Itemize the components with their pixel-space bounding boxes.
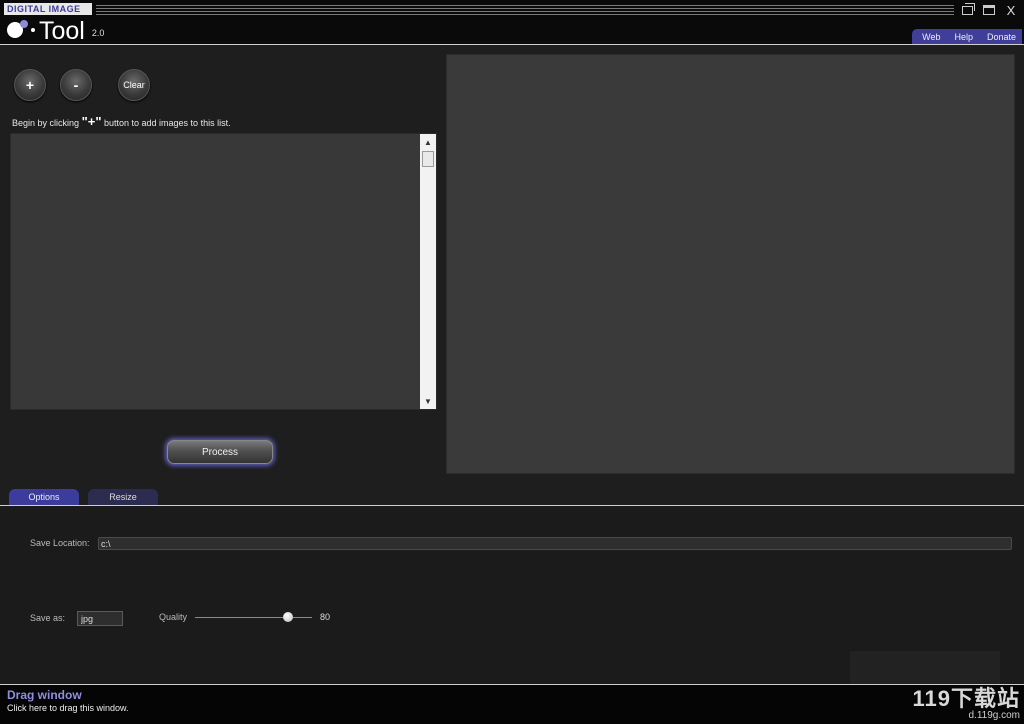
save-as-label: Save as: bbox=[30, 613, 66, 623]
top-links: Web Help Donate bbox=[912, 29, 1022, 44]
hint-plus: "+" bbox=[81, 114, 102, 129]
quality-value: 80 bbox=[320, 612, 331, 622]
image-preview bbox=[446, 54, 1015, 474]
title-bar[interactable]: DIGITAL IMAGE Tool 2.0 X Web Help Donate bbox=[0, 0, 1024, 45]
scroll-down-arrow-icon[interactable]: ▼ bbox=[420, 393, 436, 409]
restore-button[interactable] bbox=[960, 2, 975, 17]
quality-slider-track[interactable] bbox=[195, 617, 312, 618]
restore-icon bbox=[961, 2, 975, 15]
drag-window-subtitle: Click here to drag this window. bbox=[7, 703, 129, 713]
header-divider bbox=[0, 44, 1024, 45]
tab-options[interactable]: Options bbox=[9, 489, 79, 505]
quality-slider-thumb[interactable] bbox=[283, 612, 293, 622]
process-button[interactable]: Process bbox=[167, 440, 273, 464]
remove-image-button[interactable]: - bbox=[60, 69, 92, 101]
site-watermark: 119下载站 d.119g.com bbox=[912, 686, 1021, 722]
scroll-up-arrow-icon[interactable]: ▲ bbox=[420, 134, 436, 150]
help-link[interactable]: Help bbox=[954, 32, 973, 42]
logo-accent-dot-icon bbox=[20, 20, 28, 28]
list-scrollbar[interactable]: ▲ ▼ bbox=[420, 134, 436, 409]
add-image-button[interactable]: + bbox=[14, 69, 46, 101]
brand-banner: DIGITAL IMAGE bbox=[4, 3, 92, 15]
quality-label: Quality bbox=[159, 612, 188, 622]
maximize-button[interactable] bbox=[982, 3, 996, 17]
clear-list-button[interactable]: Clear bbox=[118, 69, 150, 101]
web-link[interactable]: Web bbox=[922, 32, 940, 42]
hint-before: Begin by clicking bbox=[12, 118, 80, 128]
drag-window-title[interactable]: Drag window bbox=[7, 688, 82, 702]
instruction-text: Begin by clicking "+" button to add imag… bbox=[12, 114, 231, 129]
close-button[interactable]: X bbox=[1004, 3, 1018, 18]
app-version: 2.0 bbox=[91, 28, 105, 38]
drag-window-bar[interactable] bbox=[0, 685, 1024, 724]
donate-link[interactable]: Donate bbox=[987, 32, 1016, 42]
image-list[interactable]: ▲ ▼ bbox=[10, 133, 437, 410]
hint-after: button to add images to this list. bbox=[104, 118, 231, 128]
app-logo: Tool 2.0 bbox=[7, 17, 105, 45]
watermark-url: d.119g.com bbox=[968, 710, 1020, 721]
scroll-thumb[interactable] bbox=[422, 151, 434, 167]
title-stripes bbox=[96, 5, 954, 15]
logo-small-dot-icon bbox=[31, 28, 35, 32]
maximize-icon bbox=[983, 5, 995, 15]
tab-resize[interactable]: Resize bbox=[88, 489, 158, 505]
save-as-format-input[interactable] bbox=[77, 611, 123, 626]
watermark-main: 119下载站 bbox=[912, 686, 1020, 711]
save-location-input[interactable] bbox=[98, 537, 1012, 550]
app-name: Tool bbox=[39, 17, 85, 45]
window-controls: X bbox=[960, 2, 1018, 18]
save-location-label: Save Location: bbox=[30, 538, 90, 548]
